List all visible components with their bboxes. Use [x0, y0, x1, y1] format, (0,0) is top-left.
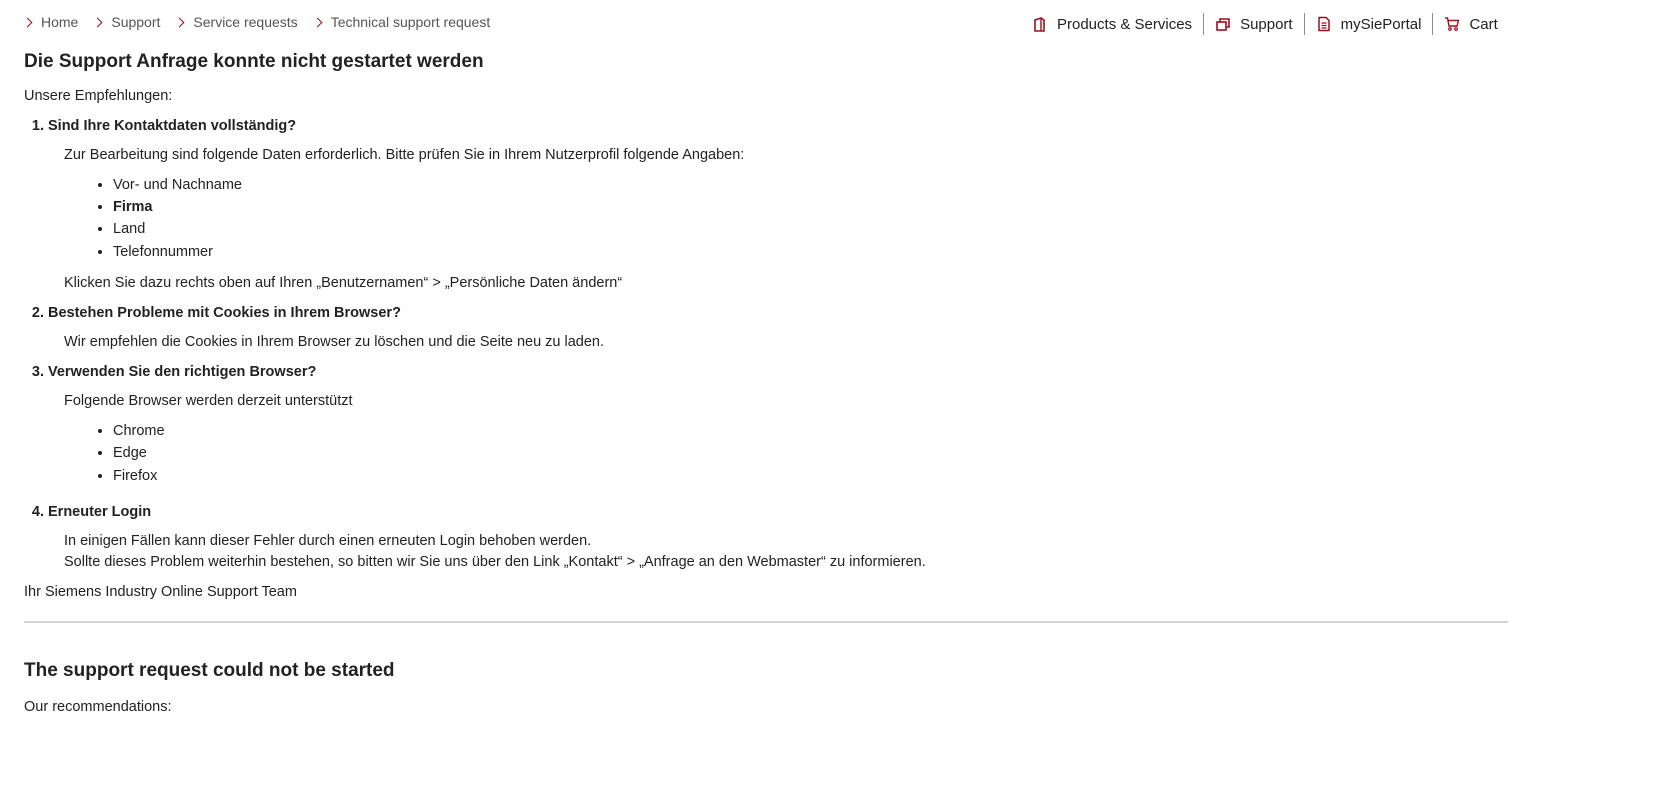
recommendation-text: Zur Bearbeitung sind folgende Daten erfo…	[64, 147, 745, 163]
recommendation-heading: Bestehen Probleme mit Cookies in Ihrem B…	[48, 304, 401, 321]
page-title-de: Die Support Anfrage konnte nicht gestart…	[24, 51, 484, 72]
recommendations-intro-de: Unsere Empfehlungen:	[24, 87, 173, 104]
nav-cart[interactable]: Cart	[1433, 12, 1508, 36]
top-navigation: Products & Services Support mySiePortal …	[1032, 12, 1509, 36]
chevron-right-icon	[174, 17, 185, 27]
chevron-right-icon	[22, 17, 33, 27]
recommendation-item: Verwenden Sie den richtigen Browser? Fol…	[48, 363, 1504, 485]
chevron-right-icon	[312, 17, 323, 27]
recommendation-text: In einigen Fällen kann dieser Fehler dur…	[64, 532, 592, 549]
breadcrumb: Home Support Service requests Technical …	[22, 14, 506, 30]
list-item: Vor- und Nachname	[113, 176, 1504, 194]
recommendation-text: Sollte dieses Problem weiterhin bestehen…	[64, 553, 926, 570]
recommendation-text: Klicken Sie dazu rechts oben auf Ihren „…	[64, 274, 623, 291]
list-item: Firma	[113, 198, 1504, 216]
recommendation-item: Bestehen Probleme mit Cookies in Ihrem B…	[48, 304, 1504, 351]
divider	[24, 621, 1508, 624]
required-data-list: Vor- und Nachname Firma Land Telefonnumm…	[48, 176, 1504, 261]
breadcrumb-service-requests[interactable]: Service requests	[174, 14, 298, 30]
breadcrumb-technical-support-request[interactable]: Technical support request	[312, 14, 490, 30]
nav-products-services[interactable]: Products & Services	[1032, 12, 1203, 36]
supported-browsers-list: Chrome Edge Firefox	[48, 422, 1504, 484]
products-icon	[1034, 17, 1045, 32]
recommendation-item: Sind Ihre Kontaktdaten vollständig? Zur …	[48, 117, 1504, 292]
list-item: Land	[113, 220, 1504, 238]
nav-support[interactable]: Support	[1204, 12, 1304, 36]
recommendation-heading: Sind Ihre Kontaktdaten vollständig?	[48, 117, 297, 134]
recommendation-text: Folgende Browser werden derzeit unterstü…	[64, 393, 353, 410]
list-item: Edge	[113, 444, 1504, 462]
recommendation-text: Wir empfehlen die Cookies in Ihrem Brows…	[64, 333, 605, 350]
list-item: Chrome	[113, 422, 1504, 440]
document-icon	[1317, 16, 1330, 32]
recommendation-heading: Erneuter Login	[48, 503, 152, 520]
recommendation-heading: Verwenden Sie den richtigen Browser?	[48, 364, 317, 380]
support-icon	[1216, 18, 1230, 31]
list-item: Firefox	[113, 467, 1504, 485]
chevron-right-icon	[92, 17, 103, 27]
cart-icon	[1445, 17, 1460, 31]
recommendations-intro-en: Our recommendations:	[24, 698, 172, 715]
main-content: Die Support Anfrage konnte nicht gestart…	[24, 50, 1508, 716]
recommendation-item: Erneuter Login In einigen Fällen kann di…	[48, 503, 1504, 571]
recommendations-list: Sind Ihre Kontaktdaten vollständig? Zur …	[24, 117, 1504, 571]
nav-mysieportal[interactable]: mySiePortal	[1305, 12, 1433, 36]
list-item: Telefonnummer	[113, 243, 1504, 261]
breadcrumb-support[interactable]: Support	[92, 14, 160, 30]
breadcrumb-home[interactable]: Home	[22, 14, 78, 30]
signature: Ihr Siemens Industry Online Support Team	[24, 584, 297, 600]
page-title-en: The support request could not be started	[24, 660, 395, 682]
